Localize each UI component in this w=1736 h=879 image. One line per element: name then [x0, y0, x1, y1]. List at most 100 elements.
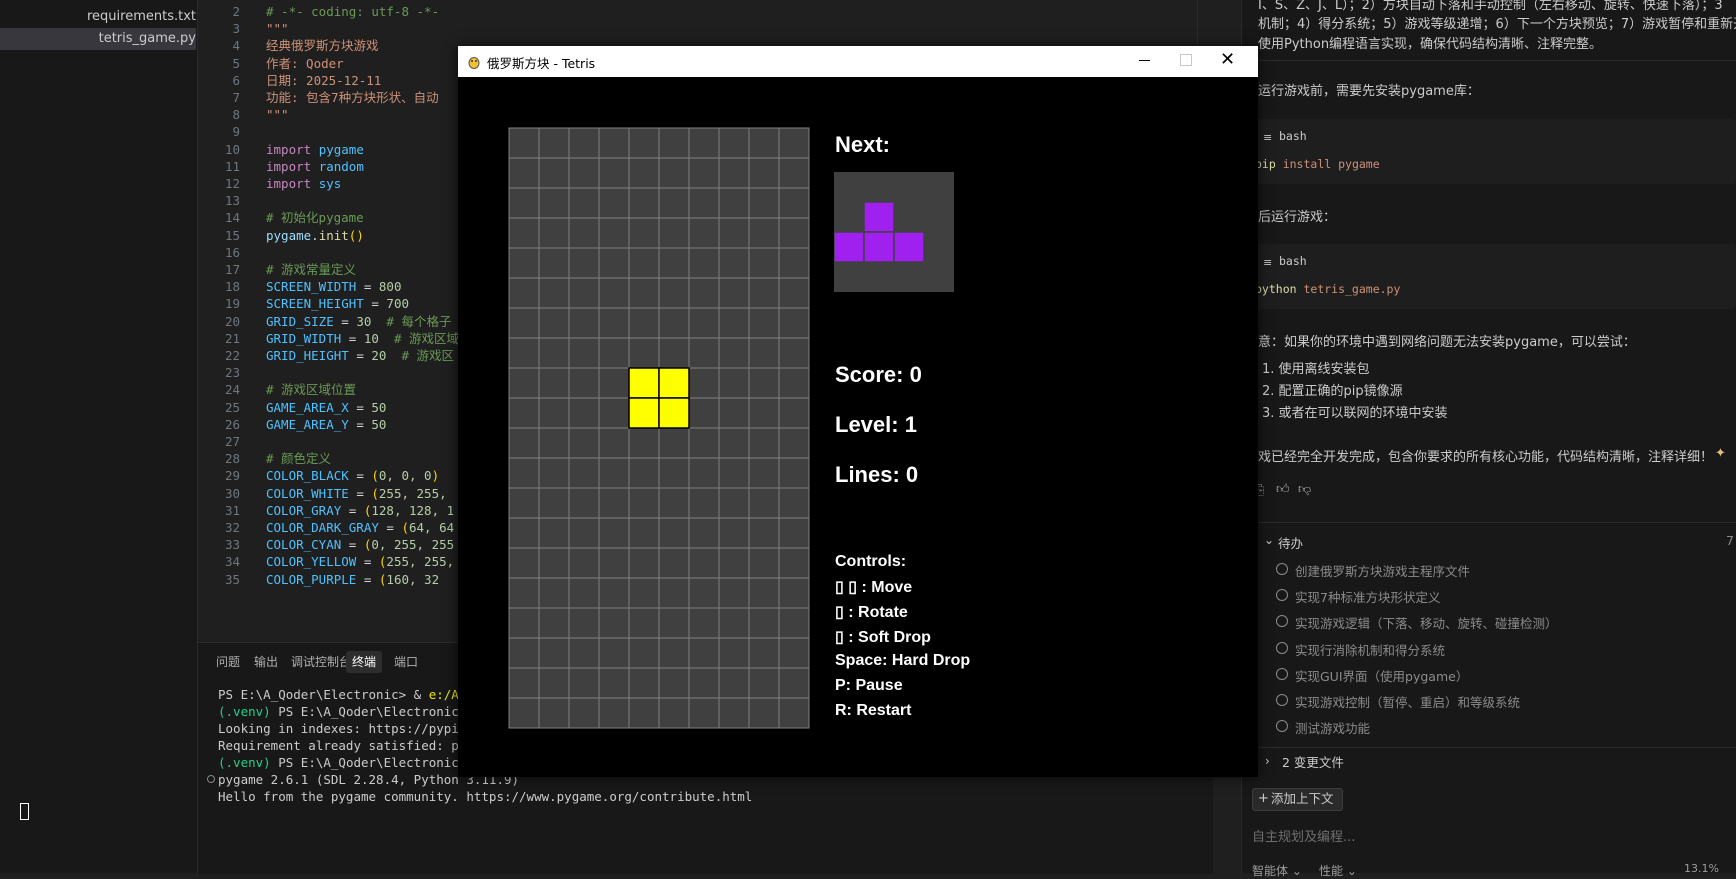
board-cell — [598, 157, 630, 189]
board-cell — [538, 547, 570, 579]
panel-tab[interactable]: 终端 — [346, 651, 383, 673]
code-install[interactable]: pip install pygame — [1255, 157, 1380, 171]
code-token: pygame — [266, 227, 312, 243]
todo-header[interactable]: 待办 — [1278, 533, 1303, 552]
code-block-install: ≡ bash pip install pygame — [1247, 119, 1736, 184]
line-number: 20 — [224, 313, 240, 329]
board-cell — [628, 607, 660, 639]
code-run[interactable]: python tetris_game.py — [1255, 282, 1400, 296]
chat-input[interactable]: 自主规划及编程... — [1252, 826, 1355, 845]
code-text: # 初始化pygame — [266, 208, 364, 227]
next-label: Next: — [835, 132, 891, 157]
board-cell — [598, 487, 630, 519]
code-token: # 初始化pygame — [266, 210, 364, 226]
code-token: 10 — [363, 330, 379, 346]
terminal-command-decoration-icon[interactable] — [207, 775, 215, 783]
control-hint: ▯ ▯ : Move — [835, 579, 913, 596]
game-canvas[interactable]: Next: Score: 0 Level: 1 Lines: 0 Control… — [458, 77, 1258, 777]
board-cell — [748, 487, 780, 519]
line-number: 5 — [232, 55, 240, 71]
board-cell — [538, 607, 570, 639]
line-number: 11 — [224, 158, 240, 174]
board-cell — [538, 247, 570, 279]
file-tetris-game[interactable]: tetris_game.py — [0, 28, 196, 50]
note-text: 意：如果你的环境中遇到网络问题无法安装pygame，可以尝试： — [1258, 335, 1636, 350]
chat-text-line: 机制；4）得分系统；5）游戏等级递增；6）下一个方块预览；7）游戏暂停和重新开始 — [1258, 17, 1736, 32]
terminal-line: (.venv) PS E:\A_Qoder\Electronic> p — [218, 754, 481, 771]
check-circle-icon — [1276, 667, 1288, 680]
terminal-text: PS E:\A_Qoder\Electronic> & — [218, 687, 429, 702]
code-text: import random — [266, 157, 364, 176]
chevron-down-icon[interactable]: ⌄ — [1264, 533, 1274, 547]
code-token: COLOR_PURPLE — [266, 571, 357, 587]
code-text: import sys — [266, 174, 341, 193]
panel-tab[interactable]: 端口 — [388, 651, 424, 673]
board-cell — [778, 487, 810, 519]
code-token: 700 — [386, 296, 409, 312]
board-cell — [538, 457, 570, 489]
install-intro: 运行游戏前，需要先安装pygame库： — [1258, 84, 1480, 99]
board-cell — [718, 637, 750, 669]
board-cell — [508, 607, 540, 639]
code-line: 2 # -*- coding: utf-8 -*- — [198, 2, 1213, 21]
board-cell — [508, 517, 540, 549]
board-cell — [598, 517, 630, 549]
panel-tab[interactable]: 问题 — [210, 651, 246, 673]
control-hint: R: Restart — [835, 702, 912, 719]
close-icon[interactable]: ✕ — [1220, 49, 1235, 71]
board-cell — [778, 247, 810, 279]
todo-count: 7 — [1726, 533, 1734, 548]
thumbs-down-icon[interactable]: 👎︎ — [1298, 482, 1311, 497]
add-context-button[interactable]: + 添加上下文 — [1252, 788, 1343, 811]
board-cell — [568, 337, 600, 369]
line-number: 22 — [224, 348, 240, 363]
code-token: 64, 64 — [409, 520, 455, 535]
board-cell — [658, 547, 690, 579]
board-cell — [598, 277, 630, 309]
thumbs-up-icon[interactable]: 👍︎ — [1276, 482, 1290, 497]
line-number: 19 — [224, 296, 240, 312]
board-cell — [508, 397, 540, 429]
terminal-line: Looking in indexes: https://pypi.t — [218, 720, 474, 737]
board-cell — [688, 217, 720, 249]
panel-tab[interactable]: 输出 — [248, 651, 284, 673]
board-cell — [688, 307, 720, 339]
code-token: """ — [266, 21, 289, 37]
active-piece-block — [658, 397, 690, 429]
code-token: 160, 32 — [386, 571, 440, 587]
code-text: # 颜色定义 — [266, 449, 331, 468]
changed-files[interactable]: 2 变更文件 — [1282, 752, 1344, 771]
file-label: tetris_game.py — [98, 31, 196, 46]
board-cell — [568, 547, 600, 579]
code-token: """ — [266, 107, 289, 123]
board-cell — [658, 217, 690, 249]
board-cell — [688, 637, 720, 669]
file-requirements[interactable]: requirements.txt — [0, 6, 196, 28]
board-cell — [658, 577, 690, 609]
board-cell — [658, 247, 690, 279]
chevron-right-icon[interactable]: › — [1265, 754, 1270, 768]
line-number: 21 — [224, 330, 240, 346]
tetris-window[interactable]: 俄罗斯方块 - Tetris ✕ Next: Score: 0 Level: 1… — [458, 46, 1258, 777]
board-cell — [538, 367, 570, 399]
maximize-icon[interactable] — [1180, 54, 1192, 66]
board-cell — [718, 367, 750, 399]
minimize-icon[interactable] — [1139, 55, 1150, 66]
terminal-line: Hello from the pygame community. https:/… — [218, 788, 752, 805]
code-token: 经典俄罗斯方块游戏 — [266, 38, 379, 54]
board-cell — [508, 217, 540, 249]
board-cell — [538, 217, 570, 249]
board-cell — [718, 487, 750, 519]
agent-mode-select[interactable]: 智能体 ⌄ — [1252, 862, 1302, 879]
cmd-keyword: python — [1255, 282, 1297, 296]
line-number: 4 — [232, 38, 240, 54]
board-cell — [508, 157, 540, 189]
code-token: COLOR_CYAN — [266, 537, 342, 553]
performance-select[interactable]: 性能 ⌄ — [1319, 862, 1357, 879]
todo-label: 测试游戏功能 — [1295, 721, 1371, 737]
code-text: COLOR_DARK_GRAY = (64, 64 — [266, 518, 454, 537]
terminal-text: Requirement already satisfied: pyg — [218, 738, 474, 753]
board-cell — [778, 637, 810, 669]
code-lang-label: bash — [1279, 129, 1307, 143]
window-titlebar[interactable]: 俄罗斯方块 - Tetris ✕ — [458, 46, 1258, 77]
